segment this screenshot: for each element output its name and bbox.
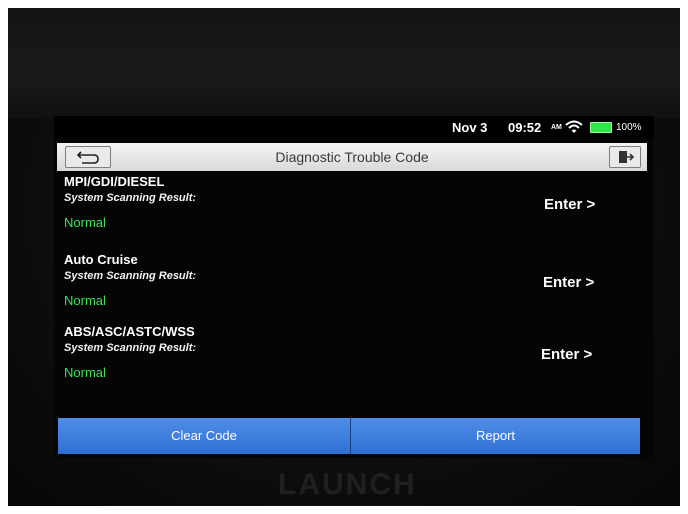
clear-code-button[interactable]: Clear Code	[58, 418, 350, 454]
status-ampm: AM	[551, 124, 562, 131]
enter-button[interactable]: Enter >	[541, 346, 592, 363]
status-date: Nov 3	[452, 120, 488, 135]
enter-button[interactable]: Enter >	[543, 274, 594, 291]
device-screen: Nov 3 09:52 AM 100% Diagnostic Trouble C…	[54, 116, 654, 458]
system-row[interactable]: ABS/ASC/ASTC/WSS System Scanning Result:…	[54, 322, 654, 394]
battery-icon	[590, 122, 612, 133]
scan-result-label: System Scanning Result:	[64, 192, 197, 204]
system-row[interactable]: Auto Cruise System Scanning Result: Norm…	[54, 250, 654, 322]
exit-button[interactable]	[609, 146, 641, 168]
page-title: Diagnostic Trouble Code	[275, 149, 429, 165]
device-brand-logo: LAUNCH	[278, 468, 417, 501]
system-row[interactable]: MPI/GDI/DIESEL System Scanning Result: N…	[54, 172, 654, 244]
device-photo: Nov 3 09:52 AM 100% Diagnostic Trouble C…	[8, 8, 680, 506]
device-bezel	[8, 8, 680, 118]
system-name: ABS/ASC/ASTC/WSS	[64, 324, 195, 339]
scan-status: Normal	[64, 365, 106, 380]
battery-percent: 100%	[616, 122, 642, 133]
status-bar: Nov 3 09:52 AM 100%	[54, 116, 654, 138]
scan-result-label: System Scanning Result:	[64, 270, 197, 282]
title-bar: Diagnostic Trouble Code	[57, 143, 647, 171]
system-name: Auto Cruise	[64, 252, 138, 267]
report-button[interactable]: Report	[351, 418, 640, 454]
bottom-action-bar: Clear Code Report	[58, 418, 640, 454]
enter-button[interactable]: Enter >	[544, 196, 595, 213]
exit-door-icon	[619, 151, 635, 163]
system-name: MPI/GDI/DIESEL	[64, 174, 165, 189]
scan-status: Normal	[64, 215, 106, 230]
wifi-icon	[565, 120, 583, 133]
scan-result-label: System Scanning Result:	[64, 342, 197, 354]
status-time: 09:52	[508, 120, 542, 135]
scan-status: Normal	[64, 293, 106, 308]
